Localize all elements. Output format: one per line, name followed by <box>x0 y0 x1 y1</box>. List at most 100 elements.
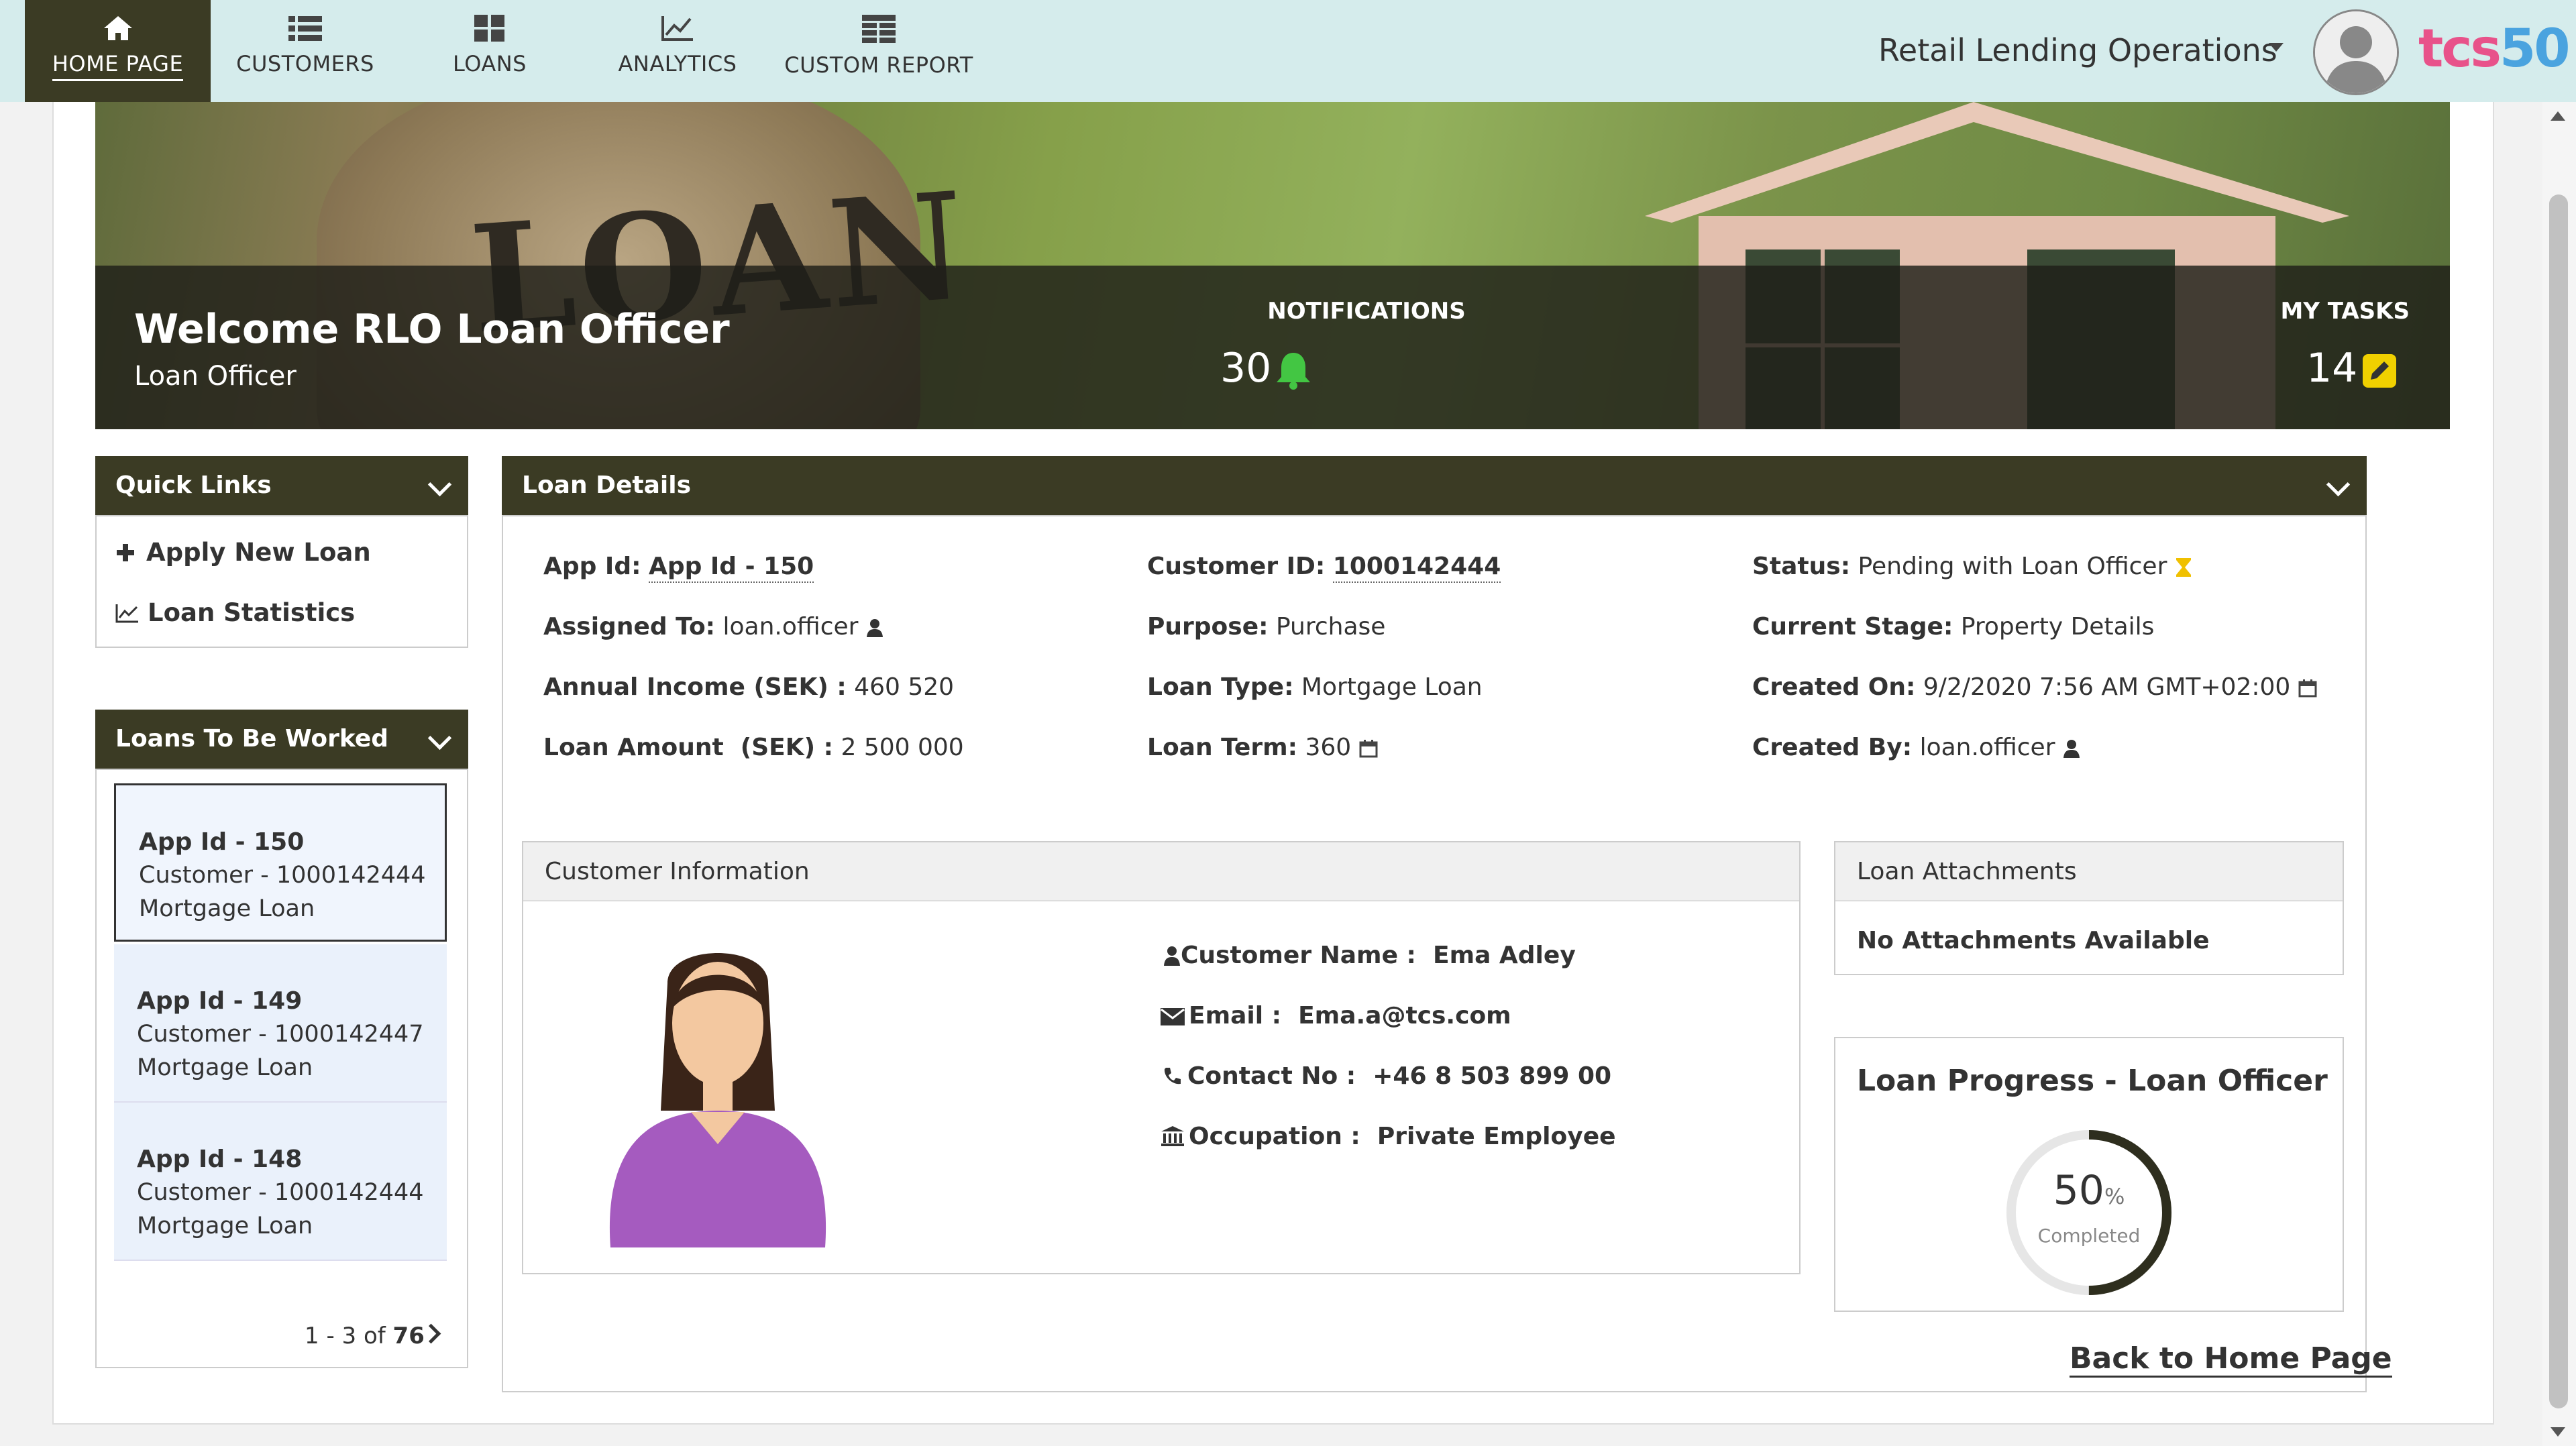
calendar-icon <box>2298 679 2317 698</box>
field-label: Status: <box>1752 553 1851 580</box>
tab-customers[interactable]: CUSTOMERS <box>221 0 389 102</box>
loan-work-item[interactable]: App Id - 149 Customer - 1000142447 Mortg… <box>114 944 447 1103</box>
tab-home-page[interactable]: HOME PAGE <box>25 0 211 102</box>
loan-customer: Customer - 1000142444 <box>137 1179 424 1206</box>
chevron-down-icon[interactable] <box>2326 472 2351 497</box>
loans-to-be-worked-header[interactable]: Loans To Be Worked <box>95 710 468 769</box>
welcome-banner: LOAN Welcome RLO Loan Officer Loan Offic… <box>95 102 2450 429</box>
field-loan-amount: Loan Amount (SEK) : 2 500 000 <box>543 734 964 761</box>
tab-analytics[interactable]: ANALYTICS <box>597 0 758 102</box>
field-value: loan.officer <box>1919 734 2055 761</box>
tab-label: CUSTOM REPORT <box>784 52 973 78</box>
loan-details-header[interactable]: Loan Details <box>502 456 2367 515</box>
contact-label: Contact No : <box>1187 1062 1356 1090</box>
my-tasks-count[interactable]: 14 <box>2306 345 2357 392</box>
loan-app-id: App Id - 148 <box>137 1146 303 1173</box>
loan-app-id: App Id - 149 <box>137 987 303 1015</box>
user-icon <box>866 619 883 637</box>
notifications-count[interactable]: 30 <box>1220 345 1271 392</box>
field-label: Loan Term: <box>1147 734 1297 761</box>
loan-customer: Customer - 1000142447 <box>137 1021 424 1048</box>
progress-percent-value: 50 <box>2053 1167 2104 1214</box>
quick-link-apply-new-loan[interactable]: Apply New Loan <box>115 538 371 567</box>
scroll-up-arrow-icon[interactable] <box>2551 111 2565 121</box>
contact-value: +46 8 503 899 00 <box>1373 1062 1612 1090</box>
quick-link-loan-statistics[interactable]: Loan Statistics <box>115 598 355 627</box>
field-label: Loan Type: <box>1147 673 1294 701</box>
field-value: Property Details <box>1960 613 2155 641</box>
quick-link-label: Apply New Loan <box>146 538 371 567</box>
calendar-icon <box>1359 740 1378 758</box>
loan-work-item[interactable]: App Id - 150 Customer - 1000142444 Mortg… <box>114 783 447 942</box>
org-selector[interactable]: Retail Lending Operations <box>1878 32 2277 68</box>
loan-progress-title: Loan Progress - Loan Officer <box>1857 1064 2328 1098</box>
field-assigned-to: Assigned To: loan.officer <box>543 613 883 641</box>
welcome-title: Welcome RLO Loan Officer <box>134 306 730 353</box>
field-label: Assigned To: <box>543 613 716 641</box>
scroll-down-arrow-icon[interactable] <box>2551 1427 2565 1437</box>
field-app-id: App Id: App Id - 150 <box>543 553 814 583</box>
home-icon <box>103 16 132 40</box>
no-attachments-text: No Attachments Available <box>1857 927 2210 954</box>
edit-icon[interactable] <box>2363 354 2396 388</box>
field-value: 2 500 000 <box>841 734 964 761</box>
occupation-label: Occupation : <box>1189 1123 1360 1150</box>
caret-down-icon[interactable] <box>2269 43 2284 52</box>
hourglass-icon <box>2176 558 2191 577</box>
customer-name-field: Customer Name : Ema Adley <box>1163 942 1576 969</box>
customer-avatar <box>609 953 826 1247</box>
progress-caption: Completed <box>2037 1225 2141 1247</box>
loans-to-be-worked-title: Loans To Be Worked <box>115 725 389 753</box>
phone-icon <box>1164 1068 1181 1084</box>
tab-label: HOME PAGE <box>52 51 184 81</box>
chevron-down-icon[interactable] <box>427 472 452 497</box>
field-purpose: Purpose: Purchase <box>1147 613 1385 641</box>
customer-name-value: Ema Adley <box>1433 942 1576 969</box>
notifications-label: NOTIFICATIONS <box>1267 298 1466 325</box>
tab-custom-report[interactable]: CUSTOM REPORT <box>778 0 979 102</box>
field-label: Current Stage: <box>1752 613 1953 641</box>
user-avatar[interactable] <box>2313 9 2399 95</box>
field-current-stage: Current Stage: Property Details <box>1752 613 2154 641</box>
bank-icon <box>1161 1126 1184 1146</box>
field-loan-term: Loan Term: 360 <box>1147 734 1378 761</box>
field-label: Created By: <box>1752 734 1913 761</box>
grid-icon <box>474 15 504 42</box>
loan-product: Mortgage Loan <box>137 1054 313 1081</box>
scrollbar-thumb[interactable] <box>2549 194 2568 1408</box>
list-icon <box>288 16 322 41</box>
bell-icon[interactable] <box>1275 350 1312 390</box>
back-to-home-link[interactable]: Back to Home Page <box>2070 1341 2392 1378</box>
field-value: loan.officer <box>722 613 859 641</box>
loan-details-title: Loan Details <box>522 471 692 499</box>
app-id-link[interactable]: App Id - 150 <box>648 553 814 583</box>
customer-id-link[interactable]: 1000142444 <box>1332 553 1501 583</box>
customer-occupation-field: Occupation : Private Employee <box>1161 1123 1616 1150</box>
pagination-status: 1 - 3 of 76 <box>305 1323 425 1349</box>
field-value: Purchase <box>1275 613 1386 641</box>
field-label: Loan Amount (SEK) : <box>543 734 834 761</box>
customer-information-title: Customer Information <box>523 842 1799 901</box>
loan-customer: Customer - 1000142444 <box>139 862 426 889</box>
loan-attachments-panel: Loan Attachments No Attachments Availabl… <box>1834 841 2344 975</box>
loan-attachments-title: Loan Attachments <box>1835 842 2343 901</box>
tcs50-logo: tcs50 <box>2418 19 2571 79</box>
chart-icon <box>115 604 138 623</box>
logo-text-50: 50 <box>2499 19 2571 79</box>
user-silhouette-icon <box>2315 11 2397 93</box>
field-value: 9/2/2020 7:56 AM GMT+02:00 <box>1923 673 2291 701</box>
email-value[interactable]: Ema.a@tcs.com <box>1298 1002 1511 1030</box>
loan-work-item[interactable]: App Id - 148 Customer - 1000142444 Mortg… <box>114 1103 447 1261</box>
loan-product: Mortgage Loan <box>139 895 315 922</box>
progress-percent-sign: % <box>2104 1184 2125 1209</box>
field-annual-income: Annual Income (SEK) : 460 520 <box>543 673 954 701</box>
customer-email-field: Email : Ema.a@tcs.com <box>1161 1002 1511 1030</box>
field-label: Created On: <box>1752 673 1916 701</box>
tab-loans[interactable]: LOANS <box>409 0 570 102</box>
loan-product: Mortgage Loan <box>137 1213 313 1239</box>
field-customer-id: Customer ID: 1000142444 <box>1147 553 1501 583</box>
chevron-down-icon[interactable] <box>427 726 452 750</box>
loan-app-id: App Id - 150 <box>139 828 305 856</box>
tab-label: LOANS <box>453 51 527 76</box>
pager-range: 1 - 3 of <box>305 1323 393 1349</box>
